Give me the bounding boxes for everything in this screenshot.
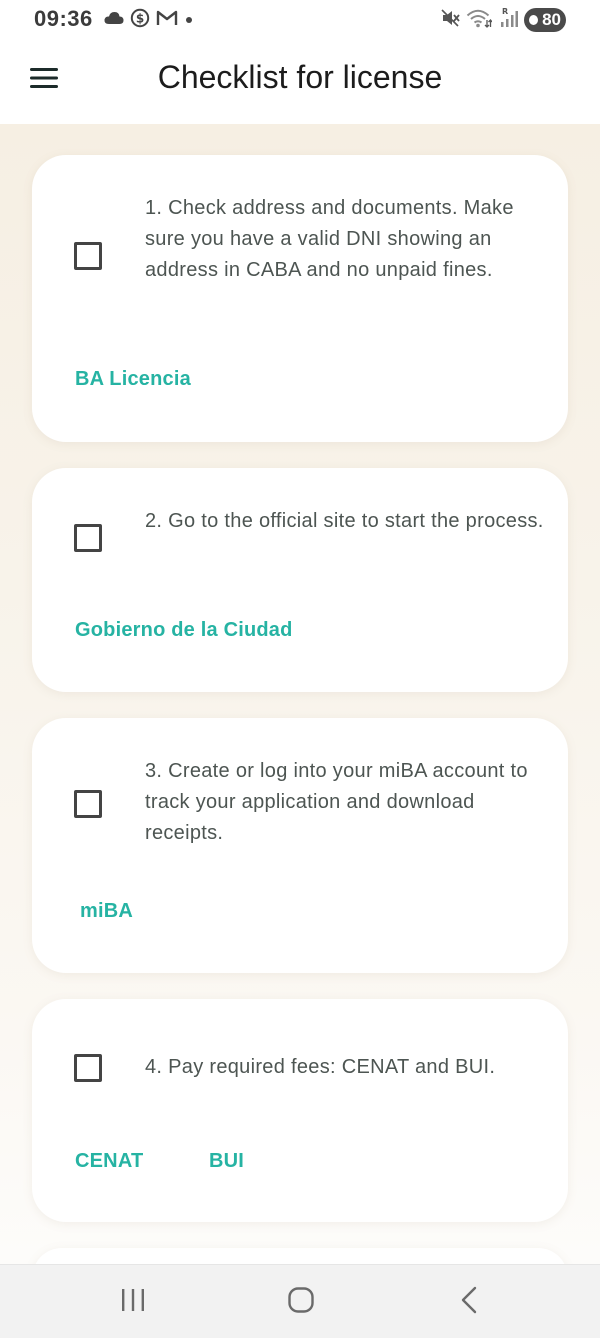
battery-level: 80: [542, 10, 561, 29]
checklist-content[interactable]: 1. Check address and documents. Make sur…: [0, 124, 600, 1264]
svg-text:R: R: [502, 7, 508, 16]
step-1-checkbox[interactable]: [74, 242, 102, 270]
ba-licencia-link[interactable]: BA Licencia: [75, 368, 191, 391]
step-4-text: 4. Pay required fees: CENAT and BUI.: [145, 1056, 496, 1078]
back-button[interactable]: [449, 1282, 489, 1322]
mute-icon: [440, 8, 460, 33]
miba-link[interactable]: miBA: [80, 900, 133, 923]
status-notification-icons: $: [104, 8, 194, 32]
system-nav-bar: [0, 1264, 600, 1338]
svg-text:$: $: [136, 11, 144, 25]
step-3-checkbox[interactable]: [74, 790, 102, 818]
back-icon: [459, 1286, 479, 1319]
dollar-coin-icon: $: [130, 8, 150, 33]
signal-icon: R: [498, 7, 518, 34]
gmail-icon: [156, 9, 178, 32]
bui-link[interactable]: BUI: [209, 1150, 244, 1173]
battery-icon: 80: [524, 8, 566, 32]
status-bar: 09:36 $ R 80: [0, 0, 600, 40]
battery-saver-dot: [529, 15, 538, 25]
notification-dot-icon: [184, 11, 194, 29]
home-button[interactable]: [281, 1282, 321, 1322]
page-title: Checklist for license: [157, 59, 443, 95]
wifi-icon: [466, 8, 493, 33]
recent-apps-icon: [119, 1287, 147, 1318]
step-1-text: 1. Check address and documents. Make sur…: [145, 197, 514, 281]
cenat-link[interactable]: CENAT: [75, 1150, 143, 1173]
gobierno-ciudad-link[interactable]: Gobierno de la Ciudad: [75, 619, 293, 642]
checklist-card: 3. Create or log into your miBA account …: [32, 718, 568, 973]
checklist-card: 4. Pay required fees: CENAT and BUI. CEN…: [32, 999, 568, 1222]
home-icon: [287, 1286, 315, 1319]
cloud-icon: [104, 11, 124, 30]
checklist-card-partial: [32, 1248, 568, 1264]
step-2-checkbox[interactable]: [74, 524, 102, 552]
checklist-card: 1. Check address and documents. Make sur…: [32, 155, 568, 442]
status-time: 09:36: [34, 6, 93, 31]
step-3-text: 3. Create or log into your miBA account …: [145, 760, 528, 844]
app-bar: Checklist for license: [0, 40, 600, 124]
step-4-checkbox[interactable]: [74, 1054, 102, 1082]
step-2-text: 2. Go to the official site to start the …: [145, 510, 544, 532]
recent-apps-button[interactable]: [113, 1282, 153, 1322]
status-system-icons: R 80: [440, 7, 566, 33]
checklist-card: 2. Go to the official site to start the …: [32, 468, 568, 692]
